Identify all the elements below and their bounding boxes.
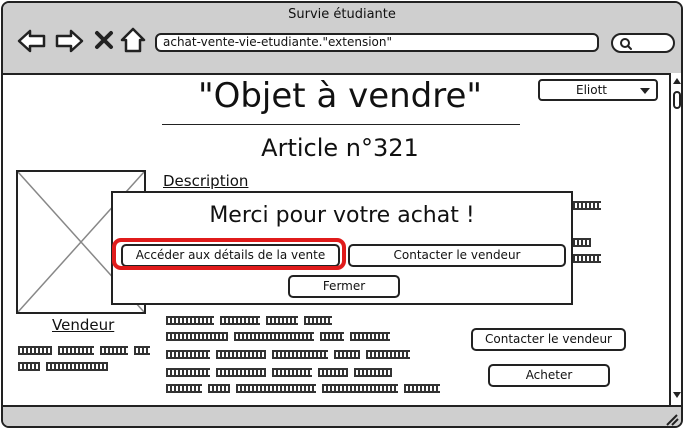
resize-grip-icon[interactable] (663, 412, 679, 426)
description-text-line (166, 310, 338, 325)
chevron-down-icon (640, 88, 650, 94)
status-bar (3, 405, 681, 426)
contact-seller-button[interactable]: Contacter le vendeur (471, 328, 626, 351)
close-dialog-button[interactable]: Fermer (288, 275, 400, 298)
dialog-contact-seller-button[interactable]: Contacter le vendeur (348, 244, 566, 267)
address-bar[interactable]: achat-vente-vie-etudiante."extension" (155, 33, 599, 52)
article-number: Article n°321 (261, 134, 419, 162)
home-icon[interactable] (120, 27, 146, 53)
description-text-line (166, 344, 416, 359)
description-text-line (166, 362, 398, 377)
vertical-scrollbar[interactable] (669, 73, 682, 405)
search-box[interactable] (611, 33, 675, 53)
scroll-down-icon[interactable] (672, 390, 682, 400)
title-divider (162, 124, 520, 125)
description-text-line (573, 232, 597, 247)
scroll-up-icon[interactable] (672, 76, 682, 86)
user-dropdown[interactable]: Eliott (538, 79, 658, 101)
user-dropdown-value: Eliott (576, 83, 608, 97)
forward-arrow-icon[interactable] (54, 29, 84, 53)
title-bar: Survie étudiante achat-vente-vie-etudian… (3, 3, 681, 75)
seller-label: Vendeur (52, 316, 115, 334)
seller-text-line (18, 356, 114, 371)
seller-text-line (18, 340, 156, 355)
description-text-line (166, 378, 446, 393)
description-text-line (573, 248, 607, 263)
description-text-line (573, 195, 607, 210)
window-title: Survie étudiante (288, 7, 396, 22)
back-arrow-icon[interactable] (17, 29, 47, 53)
highlight-annotation (112, 238, 346, 270)
close-icon[interactable] (94, 30, 114, 50)
search-icon (620, 38, 632, 50)
description-text-line (166, 326, 396, 341)
page-title: "Objet à vendre" (197, 76, 483, 116)
dialog-title: Merci pour votre achat ! (209, 203, 475, 228)
buy-button[interactable]: Acheter (488, 364, 610, 387)
scrollbar-thumb[interactable] (673, 91, 681, 109)
description-label: Description (163, 172, 249, 190)
